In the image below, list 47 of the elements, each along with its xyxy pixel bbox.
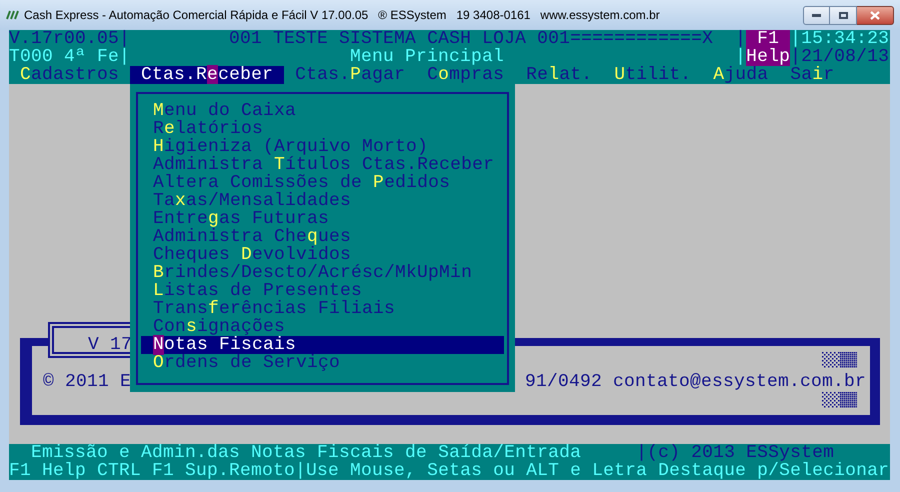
dropdown-item[interactable]: Brindes/Descto/Acrésc/MkUpMin <box>141 264 504 282</box>
divider-text: | <box>735 30 746 48</box>
date: |21/08/13 <box>790 48 890 66</box>
menu-bar-item[interactable]: Relat. <box>515 66 604 84</box>
contact-text: 91/0492 contato@essystem.com.br <box>524 373 866 391</box>
dropdown-item[interactable]: Cheques Devolvidos <box>141 246 504 264</box>
minimize-button[interactable] <box>803 6 830 24</box>
close-button[interactable] <box>857 6 894 24</box>
help-key: F1 <box>746 30 790 48</box>
screen-title: Menu Principal <box>350 48 504 66</box>
dropdown-item[interactable]: Altera Comissões de Pedidos <box>141 174 504 192</box>
version-label: V.17r00.05| <box>9 30 130 48</box>
dropdown-item[interactable]: Listas de Presentes <box>141 282 504 300</box>
window-title: Cash Express - Automação Comercial Rápida e Fácil V 17.00.05 ® ESSystem 19 3408-0161 www.essystem.com.br <box>24 7 660 24</box>
dropdown-item[interactable]: Higieniza (Arquivo Morto) <box>141 138 504 156</box>
dropdown-item[interactable]: Transferências Filiais <box>141 300 504 318</box>
dropdown-item[interactable]: Administra Cheques <box>141 228 504 246</box>
menu-bar-item[interactable]: Ctas.Pagar <box>284 66 416 84</box>
dotted-pattern-icon <box>822 352 857 368</box>
status-hint: Emissão e Admin.das Notas Fiscais de Saída/Entrada <box>31 444 582 462</box>
day-label: T000 4ª Fe| <box>9 48 130 66</box>
close-icon <box>870 10 880 20</box>
menu-bar-item[interactable]: Compras <box>416 66 516 84</box>
divider-text: | <box>735 48 746 66</box>
dotted-pattern-icon <box>822 392 857 408</box>
clock: |15:34:23 <box>790 30 890 48</box>
status-copyright: |(c) 2013 ESSystem <box>636 444 834 462</box>
menu-bar-item[interactable]: Sair <box>779 66 846 84</box>
dropdown-item[interactable]: Notas Fiscais <box>141 336 504 354</box>
help-label: Help <box>746 48 790 66</box>
menu-bar-item[interactable]: Ajuda <box>702 66 780 84</box>
dropdown-item[interactable]: Entregas Futuras <box>141 210 504 228</box>
company-title: 001 TESTE SISTEMA CASH LOJA 001============X <box>229 30 714 48</box>
dropdown-item[interactable]: Menu do Caixa <box>141 102 504 120</box>
menu-bar-item[interactable]: Cadastros <box>9 66 130 84</box>
version-text: V 17 <box>88 336 132 354</box>
dropdown-item[interactable]: Ordens de Serviço <box>141 354 504 372</box>
dropdown-item[interactable]: Taxas/Mensalidades <box>141 192 504 210</box>
menu-bar-item[interactable]: Ctas.Receber <box>130 66 284 84</box>
menu-bar-item[interactable]: Utilit. <box>603 66 702 84</box>
dropdown-item[interactable]: Administra Títulos Ctas.Receber <box>141 156 504 174</box>
key-hints: F1 Help CTRL F1 Sup.Remoto|Use Mouse, Setas ou ALT e Letra Destaque p/Selecionar <box>9 462 890 480</box>
maximize-button[interactable] <box>830 6 857 24</box>
app-icon <box>6 10 20 20</box>
dropdown-item[interactable]: Consignações <box>141 318 504 336</box>
dropdown-item[interactable]: Relatórios <box>141 120 504 138</box>
copyright-text: © 2011 E <box>43 373 132 391</box>
